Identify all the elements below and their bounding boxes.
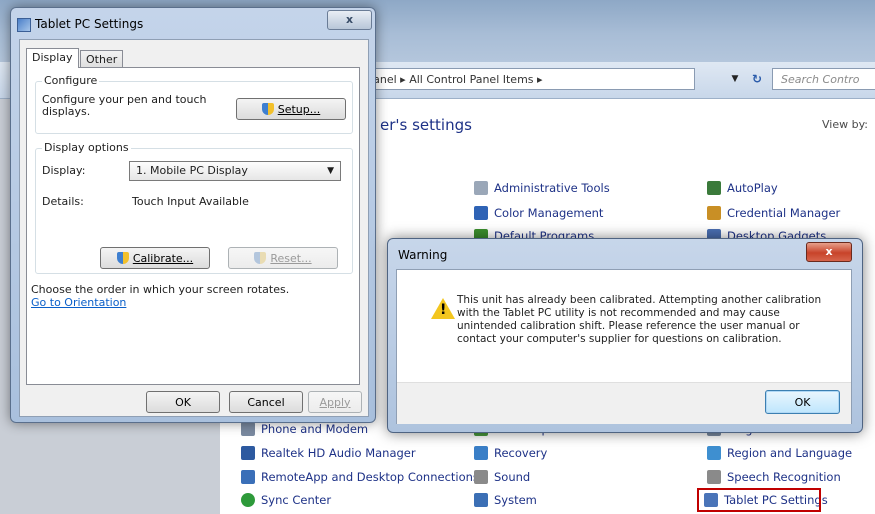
cp-item-label: Color Management xyxy=(494,206,604,220)
cp-item-region-and-language[interactable]: Region and Language xyxy=(707,444,852,462)
tab-panel-display: Configure Configure your pen and touch d… xyxy=(26,67,360,385)
close-button[interactable]: x xyxy=(327,10,372,30)
remoteapp-icon xyxy=(241,470,255,484)
tab-other[interactable]: Other xyxy=(80,50,124,68)
group-title: Display options xyxy=(42,141,131,154)
cp-item-speech-recognition[interactable]: Speech Recognition xyxy=(707,468,841,486)
calibrate-button-label: Calibrate... xyxy=(132,251,194,265)
tablet-pc-icon xyxy=(17,18,31,32)
reset-button-label: Reset... xyxy=(270,251,312,265)
color-management-icon xyxy=(474,206,488,220)
sound-icon xyxy=(474,470,488,484)
system-icon xyxy=(474,493,488,507)
cp-item-label: RemoteApp and Desktop Connections xyxy=(261,470,479,484)
cp-item-administrative-tools[interactable]: Administrative Tools xyxy=(474,179,610,197)
setup-button-label: Setup... xyxy=(277,102,321,116)
dialog-title: Warning xyxy=(398,248,448,262)
display-select[interactable]: 1. Mobile PC Display ▼ xyxy=(129,161,341,181)
cp-item-color-management[interactable]: Color Management xyxy=(474,204,603,222)
realtek-audio-icon xyxy=(241,446,255,460)
uac-shield-icon xyxy=(116,252,129,264)
phone-and-modem-icon xyxy=(241,422,255,436)
chevron-down-icon: ▼ xyxy=(327,166,334,176)
cp-item-label: System xyxy=(494,493,537,507)
uac-shield-icon xyxy=(261,103,274,115)
sync-center-icon xyxy=(241,493,255,507)
refresh-icon[interactable]: ↻ xyxy=(746,68,768,90)
cp-item-label: Recovery xyxy=(494,446,548,460)
autoplay-icon xyxy=(707,181,721,195)
apply-button[interactable]: Apply xyxy=(308,391,362,413)
configure-description: Configure your pen and touch displays. xyxy=(42,93,207,118)
region-and-language-icon xyxy=(707,446,721,460)
orientation-text: Choose the order in which your screen ro… xyxy=(31,283,290,296)
search-input[interactable]: Search Contro xyxy=(772,68,875,90)
cp-item-recovery[interactable]: Recovery xyxy=(474,444,547,462)
cancel-button[interactable]: Cancel xyxy=(229,391,303,413)
cp-item-label: Phone and Modem xyxy=(261,422,369,436)
dialog-body: Display Other Configure Configure your p… xyxy=(19,39,369,417)
tablet-pc-settings-dialog: Tablet PC Settings x Display Other Confi… xyxy=(10,7,376,423)
details-label: Details: xyxy=(42,195,84,208)
warning-dialog: Warning x ! This unit has already been c… xyxy=(387,238,863,433)
close-button[interactable]: x xyxy=(806,242,852,262)
tab-display[interactable]: Display xyxy=(26,48,79,68)
cp-item-credential-manager[interactable]: Credential Manager xyxy=(707,204,840,222)
group-title: Configure xyxy=(42,74,100,87)
cp-item-label: Credential Manager xyxy=(727,206,841,220)
page-title: er's settings xyxy=(380,116,472,134)
credential-manager-icon xyxy=(707,206,721,220)
cp-item-autoplay[interactable]: AutoPlay xyxy=(707,179,778,197)
address-field[interactable]: Panel ▸ All Control Panel Items ▸ xyxy=(360,68,695,90)
cp-item-label: AutoPlay xyxy=(727,181,778,195)
cp-item-label: Administrative Tools xyxy=(494,181,610,195)
warning-message: This unit has already been calibrated. A… xyxy=(457,294,822,345)
display-label: Display: xyxy=(42,164,86,177)
cp-item-system[interactable]: System xyxy=(474,491,537,509)
ok-button[interactable]: OK xyxy=(765,390,840,414)
view-by-label[interactable]: View by: xyxy=(822,118,868,131)
exclamation-icon: ! xyxy=(440,302,447,318)
highlight-box xyxy=(697,488,821,512)
dialog-body: ! This unit has already been calibrated.… xyxy=(396,269,852,424)
calibrate-button[interactable]: Calibrate... xyxy=(100,247,210,269)
cp-item-label: Region and Language xyxy=(727,446,853,460)
display-select-value: 1. Mobile PC Display xyxy=(136,164,248,177)
uac-shield-icon xyxy=(254,252,267,264)
cp-item-label: Sync Center xyxy=(261,493,332,507)
address-dropdown-icon[interactable]: ▼ xyxy=(727,68,743,90)
details-value: Touch Input Available xyxy=(132,195,249,208)
cp-item-label: Speech Recognition xyxy=(727,470,841,484)
setup-button[interactable]: Setup... xyxy=(236,98,346,120)
apply-button-label: Apply xyxy=(319,395,351,409)
cp-item-label: Realtek HD Audio Manager xyxy=(261,446,416,460)
cp-item-label: Sound xyxy=(494,470,531,484)
cp-item-realtek-hd-audio-manager[interactable]: Realtek HD Audio Manager xyxy=(241,444,416,462)
orientation-link-label: Go to Orientation xyxy=(31,296,127,309)
microphone-icon xyxy=(707,470,721,484)
reset-button[interactable]: Reset... xyxy=(228,247,338,269)
cp-item-sound[interactable]: Sound xyxy=(474,468,530,486)
cp-item-remoteapp[interactable]: RemoteApp and Desktop Connections xyxy=(241,468,479,486)
orientation-link[interactable]: Go to Orientation xyxy=(31,296,126,309)
dialog-title: Tablet PC Settings xyxy=(35,17,144,31)
recovery-icon xyxy=(474,446,488,460)
cp-item-sync-center[interactable]: Sync Center xyxy=(241,491,331,509)
configure-group: Configure Configure your pen and touch d… xyxy=(35,74,353,134)
administrative-tools-icon xyxy=(474,181,488,195)
ok-button[interactable]: OK xyxy=(146,391,220,413)
